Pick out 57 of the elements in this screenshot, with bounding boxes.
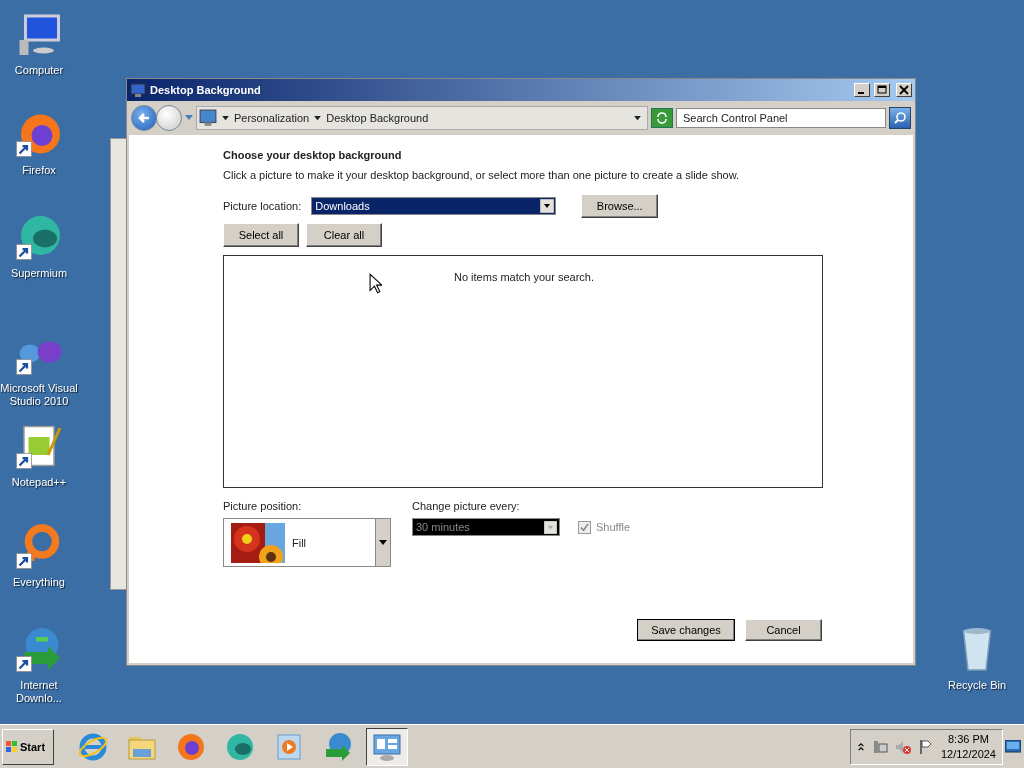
address-bar[interactable]: Personalization Desktop Background [196, 106, 648, 130]
start-button[interactable]: Start [2, 728, 54, 765]
minimize-icon [858, 92, 864, 94]
taskbar-button[interactable] [366, 727, 408, 766]
show-desktop-icon[interactable] [1005, 739, 1021, 754]
position-dropdown[interactable]: Fill [223, 518, 391, 567]
clock-date[interactable]: 12/12/2024 [940, 746, 996, 762]
monitor-icon [199, 109, 217, 127]
back-button[interactable] [131, 105, 157, 131]
location-dropdown[interactable]: Downloads [311, 197, 557, 215]
monitor-icon [130, 82, 146, 98]
field-label: Picture position: [223, 500, 303, 512]
search-field[interactable]: Search Control Panel [676, 108, 886, 128]
checkmark-icon [580, 522, 589, 532]
empty-message: No items match your search. [454, 271, 594, 283]
description-text: Click a picture to make it your desktop background, or select more than one picture to create a slide show. [223, 169, 741, 181]
orb-icon[interactable] [15, 213, 63, 261]
icon-label: Everything [13, 576, 65, 589]
globe-arrow-icon[interactable] [15, 625, 63, 673]
breadcrumb-item[interactable]: Personalization [234, 112, 310, 124]
dialog-button[interactable]: Cancel [745, 619, 822, 641]
forward-button[interactable] [156, 105, 182, 131]
cursor-icon [369, 273, 382, 294]
dialog-button[interactable]: Save changes [637, 619, 735, 641]
clock-time[interactable]: 8:36 PM [948, 731, 989, 747]
select-all-button[interactable]: Select all [223, 223, 299, 247]
refresh-button[interactable] [651, 108, 673, 128]
icon-label: Supermium [10, 267, 68, 280]
field-label: Picture location: [223, 200, 302, 212]
icon-label: Notepad++ [11, 476, 67, 489]
icon-label: Firefox [22, 164, 56, 177]
dropdown-arrow-icon[interactable] [540, 199, 555, 213]
field-label: Change picture every: [412, 500, 521, 512]
browse-button[interactable]: Browse... [581, 194, 659, 218]
caret-icon[interactable] [634, 115, 641, 121]
search-button[interactable] [889, 107, 911, 129]
flag-icon[interactable] [917, 738, 934, 755]
maximize-icon [877, 85, 887, 95]
minimize-button[interactable] [854, 83, 870, 97]
window-title: Desktop Background [150, 84, 261, 96]
caret-icon[interactable] [222, 115, 229, 121]
chevron-icon[interactable] [856, 740, 865, 753]
breadcrumb-item[interactable]: Desktop Background [326, 112, 429, 124]
maximize-button[interactable] [874, 83, 890, 97]
icon-label: Internet Downlo... [15, 679, 63, 705]
page-heading: Choose your desktop background [223, 149, 403, 161]
icon-label: Microsoft Visual Studio 2010 [0, 382, 79, 408]
icon-label: Computer [14, 64, 64, 77]
close-icon [899, 85, 909, 95]
dropdown-arrow-icon[interactable] [379, 539, 387, 546]
caret-icon[interactable] [314, 115, 322, 121]
clear-all-button[interactable]: Clear all [306, 223, 382, 247]
close-button[interactable] [896, 83, 912, 97]
icon-label: Recycle Bin [947, 679, 1007, 692]
windows-flag-icon [5, 739, 19, 754]
search-icon [893, 111, 907, 125]
refresh-icon [655, 111, 669, 125]
